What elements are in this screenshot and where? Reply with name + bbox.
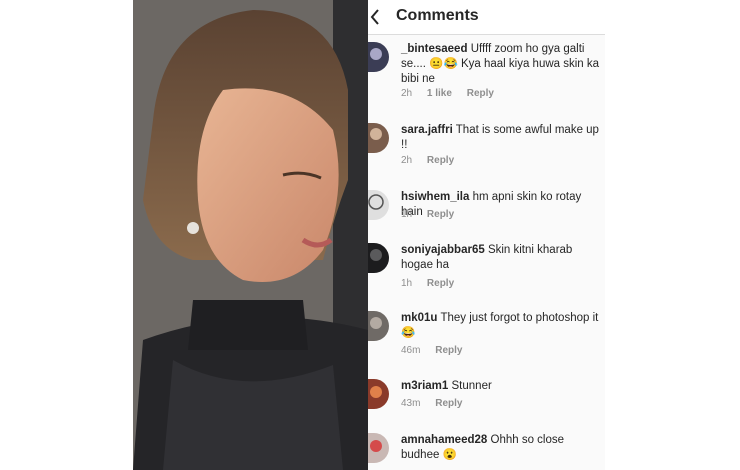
comment-username[interactable]: amnahameed28 [401,434,487,446]
avatar[interactable] [368,379,389,409]
avatar[interactable] [368,42,389,72]
comment-time: 46m [401,345,421,356]
reply-button[interactable]: Reply [435,398,462,409]
comment-username[interactable]: sara.jaffri [401,124,453,136]
comment-text: amnahameed28 Ohhh so close budhee 😮 [401,433,605,463]
comment-time: 1h [401,209,413,220]
reply-button[interactable]: Reply [427,278,454,289]
comment-text: sara.jaffri That is some awful make up !… [401,123,605,153]
comment-username[interactable]: mk01u [401,312,437,324]
reply-button[interactable]: Reply [427,155,454,166]
comment-text: m3riam1 Stunner [401,379,605,394]
portrait-image [133,0,368,470]
avatar[interactable] [368,243,389,273]
reply-button[interactable]: Reply [467,88,494,99]
comments-header: Comments [368,0,605,35]
comment-text: soniyajabbar65 Skin kitni kharab hogae h… [401,243,605,273]
comment-username[interactable]: m3riam1 [401,380,448,392]
comment-meta: 2h Reply [401,155,466,166]
comment-username[interactable]: soniyajabbar65 [401,244,485,256]
comment-username[interactable]: _bintesaeed [401,43,467,55]
comment-meta: 1h Reply [401,209,466,220]
page-title: Comments [396,7,479,24]
photo [133,0,368,470]
comment-time: 2h [401,88,413,99]
comment-meta: 46m Reply [401,345,474,356]
avatar[interactable] [368,190,389,220]
comment-text: _bintesaeed Uffff zoom ho gya galti se..… [401,42,605,87]
comment-text: mk01u They just forgot to photoshop it 😂 [401,311,605,341]
avatar[interactable] [368,311,389,341]
comment-meta: 1h Reply [401,278,466,289]
comment-time: 43m [401,398,421,409]
comments-panel: Comments _bintesaeed Uffff zoom ho gya g… [368,0,605,470]
comment-meta: 43m Reply [401,398,474,409]
reply-button[interactable]: Reply [435,345,462,356]
comment-body: Stunner [451,380,492,392]
avatar[interactable] [368,433,389,463]
reply-button[interactable]: Reply [427,209,454,220]
comment-meta: 2h 1 like Reply [401,88,506,99]
earring [187,222,199,234]
avatar[interactable] [368,123,389,153]
back-arrow-icon[interactable] [370,9,380,25]
comment-time: 1h [401,278,413,289]
like-count[interactable]: 1 like [427,88,452,99]
comment-username[interactable]: hsiwhem_ila [401,191,469,203]
comment-time: 2h [401,155,413,166]
